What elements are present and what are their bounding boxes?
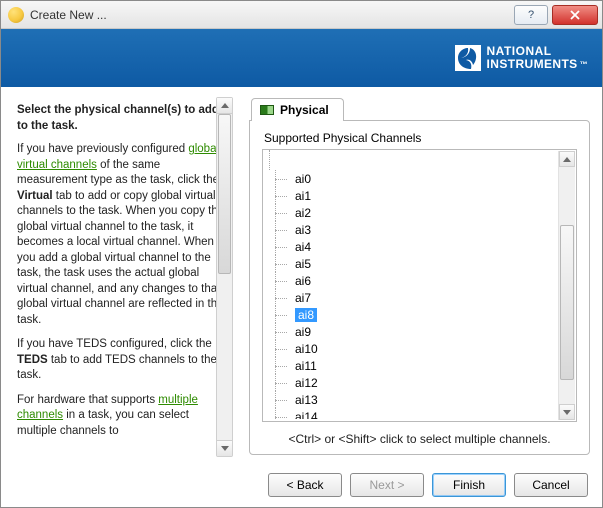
scroll-thumb[interactable] xyxy=(218,114,231,274)
channel-tree[interactable]: ai0 ai1 ai2 ai3 ai4 ai5 ai6 ai7 ai8 ai9 ai10 ai11 ai… xyxy=(262,149,577,422)
help-button[interactable]: ? xyxy=(514,5,548,25)
tab-physical[interactable]: Physical xyxy=(251,98,344,121)
channel-label: ai14 xyxy=(295,410,318,420)
brand-top: NATIONAL xyxy=(487,44,552,58)
scroll-track[interactable] xyxy=(217,114,232,440)
multi-select-hint: <Ctrl> or <Shift> click to select multip… xyxy=(262,432,577,446)
back-button[interactable]: < Back xyxy=(268,473,342,497)
help-paragraph-2: If you have TEDS configured, click the T… xyxy=(17,337,227,384)
channel-label: ai5 xyxy=(295,257,311,271)
cancel-button[interactable]: Cancel xyxy=(514,473,588,497)
ni-logo: NATIONAL INSTRUMENTS™ xyxy=(455,42,588,74)
close-button[interactable] xyxy=(552,5,598,25)
channel-label: ai3 xyxy=(295,223,311,237)
channel-item[interactable]: ai4 xyxy=(269,238,556,255)
channel-item[interactable]: ai2 xyxy=(269,204,556,221)
tab-physical-label: Physical xyxy=(280,103,329,117)
channel-item[interactable]: ai10 xyxy=(269,340,556,357)
scroll-up-button[interactable] xyxy=(217,98,232,114)
channel-item[interactable]: ai3 xyxy=(269,221,556,238)
channel-item[interactable]: ai6 xyxy=(269,272,556,289)
help-panel: Select the physical channel(s) to add to… xyxy=(13,97,231,455)
channel-item[interactable]: ai11 xyxy=(269,357,556,374)
next-button[interactable]: Next > xyxy=(350,473,424,497)
tree-scroll-down-button[interactable] xyxy=(559,404,575,420)
channel-item[interactable]: ai0 xyxy=(269,170,556,187)
help-heading: Select the physical channel(s) to add to… xyxy=(17,103,227,134)
wizard-buttons: < Back Next > Finish Cancel xyxy=(268,473,588,497)
window-title: Create New ... xyxy=(30,8,107,22)
channel-item[interactable]: ai7 xyxy=(269,289,556,306)
tree-scroll-up-button[interactable] xyxy=(559,151,575,167)
daq-card-icon xyxy=(260,105,274,115)
channel-label: ai4 xyxy=(295,240,311,254)
chevron-down-icon xyxy=(221,446,229,451)
supported-channels-label: Supported Physical Channels xyxy=(264,131,577,145)
channel-label: ai12 xyxy=(295,376,318,390)
channel-label: ai0 xyxy=(295,172,311,186)
channel-label: ai2 xyxy=(295,206,311,220)
channel-label: ai13 xyxy=(295,393,318,407)
close-icon xyxy=(569,10,581,20)
channel-item[interactable]: ai14 xyxy=(269,408,556,419)
channel-item[interactable]: ai5 xyxy=(269,255,556,272)
channel-item[interactable]: ai8 xyxy=(269,306,556,323)
channel-label: ai6 xyxy=(295,274,311,288)
scroll-down-button[interactable] xyxy=(217,440,232,456)
channel-label: ai8 xyxy=(295,308,317,322)
tree-scrollbar[interactable] xyxy=(558,151,575,420)
chevron-up-icon xyxy=(563,157,571,162)
help-paragraph-3: For hardware that supports multiple chan… xyxy=(17,393,227,440)
channel-item[interactable]: ai13 xyxy=(269,391,556,408)
brand-bottom: INSTRUMENTS xyxy=(487,57,578,71)
ni-eagle-icon xyxy=(455,45,481,71)
app-icon xyxy=(8,7,24,23)
chevron-up-icon xyxy=(221,103,229,108)
channel-item[interactable]: ai1 xyxy=(269,187,556,204)
channel-label: ai1 xyxy=(295,189,311,203)
channel-item[interactable]: ai9 xyxy=(269,323,556,340)
finish-button[interactable]: Finish xyxy=(432,473,506,497)
title-bar[interactable]: Create New ... ? xyxy=(1,1,602,29)
tree-scroll-thumb[interactable] xyxy=(560,225,574,380)
chevron-down-icon xyxy=(563,410,571,415)
channel-label: ai10 xyxy=(295,342,318,356)
brand-banner: NATIONAL INSTRUMENTS™ xyxy=(1,29,602,87)
channel-label: ai7 xyxy=(295,291,311,305)
help-scrollbar[interactable] xyxy=(216,97,233,457)
dialog-window: Create New ... ? NATIONAL INSTRUMENTS™ S… xyxy=(0,0,603,508)
help-paragraph-1: If you have previously configured global… xyxy=(17,142,227,328)
physical-tab-panel: Supported Physical Channels ai0 ai1 ai2 ai3… xyxy=(249,120,590,455)
channel-label: ai11 xyxy=(295,359,317,373)
tree-scroll-track[interactable] xyxy=(559,167,575,404)
channel-item[interactable]: ai12 xyxy=(269,374,556,391)
tab-strip: Physical xyxy=(251,97,590,121)
channel-label: ai9 xyxy=(295,325,311,339)
